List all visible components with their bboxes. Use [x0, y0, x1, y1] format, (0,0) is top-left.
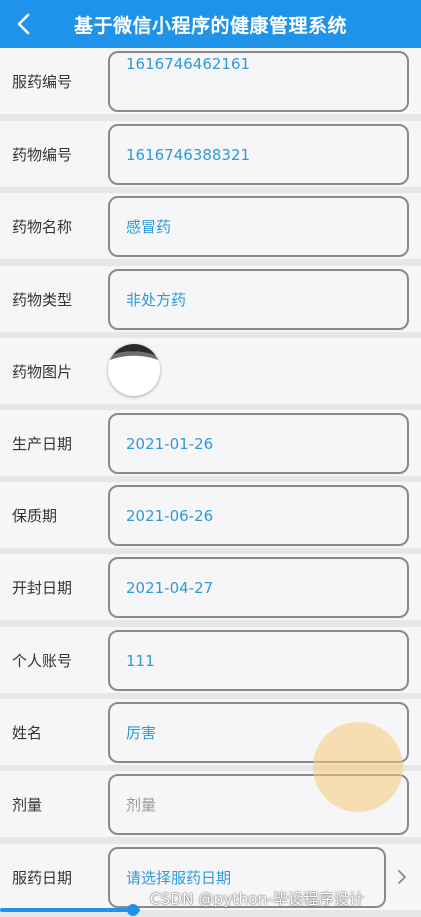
field-label: 服药编号 — [12, 72, 73, 91]
production-date-field[interactable]: 2021-01-26 — [108, 413, 409, 474]
drug-image-icon — [108, 344, 160, 396]
field-label: 保质期 — [12, 506, 58, 525]
form-row-drug-name: 药物名称 感冒药 — [0, 193, 421, 259]
opened-date-field[interactable]: 2021-04-27 — [108, 557, 409, 618]
form-row-account: 个人账号 111 — [0, 627, 421, 693]
field-label: 个人账号 — [12, 651, 73, 670]
field-label: 药物编号 — [12, 145, 73, 164]
form-row-drug-type: 药物类型 非处方药 — [0, 266, 421, 332]
form-row-opened-date: 开封日期 2021-04-27 — [0, 554, 421, 620]
back-arrow-icon — [17, 13, 30, 35]
back-button[interactable] — [8, 8, 40, 40]
touch-indicator — [313, 722, 403, 812]
chevron-right-icon[interactable] — [392, 866, 412, 888]
bottom-slider-handle[interactable] — [127, 904, 139, 916]
field-label: 药物类型 — [12, 290, 73, 309]
form-row-drug-image: 药物图片 — [0, 338, 421, 404]
field-label: 姓名 — [12, 723, 43, 742]
field-label: 剂量 — [12, 795, 43, 814]
field-label: 生产日期 — [12, 434, 73, 453]
drug-image-thumbnail[interactable] — [108, 344, 160, 396]
header-bar: 基于微信小程序的健康管理系统 — [0, 0, 421, 48]
field-label: 服药日期 — [12, 868, 73, 887]
form-row-medication-id: 服药编号 1616746462161 — [0, 48, 421, 114]
form-row-drug-id: 药物编号 1616746388321 — [0, 121, 421, 187]
drug-name-field[interactable]: 感冒药 — [108, 196, 409, 257]
watermark-text: CSDN @python-毕设程序设计 — [150, 890, 365, 908]
form-row-production-date: 生产日期 2021-01-26 — [0, 410, 421, 476]
field-label: 开封日期 — [12, 578, 73, 597]
account-field[interactable]: 111 — [108, 630, 409, 691]
bottom-slider-track[interactable] — [0, 908, 140, 912]
medication-id-field[interactable]: 1616746462161 — [108, 51, 409, 112]
field-label: 药物名称 — [12, 217, 73, 236]
drug-id-field[interactable]: 1616746388321 — [108, 124, 409, 185]
expiry-date-field[interactable]: 2021-06-26 — [108, 485, 409, 546]
field-label: 药物图片 — [12, 362, 73, 381]
page-title: 基于微信小程序的健康管理系统 — [73, 14, 347, 37]
drug-type-field[interactable]: 非处方药 — [108, 269, 409, 330]
form-row-expiry-date: 保质期 2021-06-26 — [0, 482, 421, 548]
